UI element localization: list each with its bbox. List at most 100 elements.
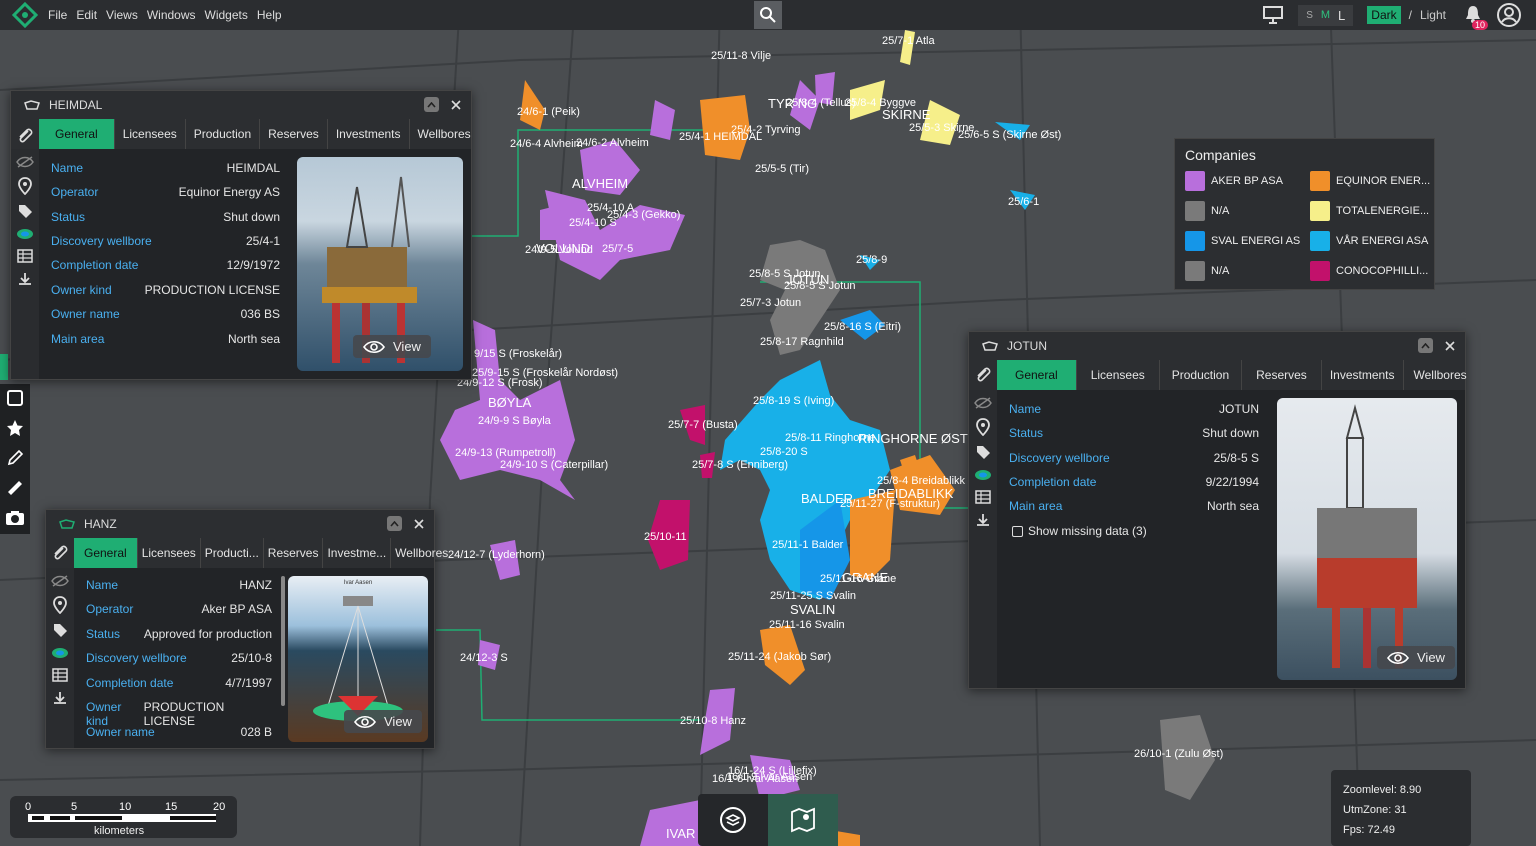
- company-legend-item[interactable]: N/A: [1185, 261, 1310, 281]
- tab-production[interactable]: Production: [1160, 360, 1243, 390]
- location-pin-icon[interactable]: [17, 177, 33, 195]
- theme-dark-option[interactable]: Dark: [1367, 6, 1401, 24]
- map-field-label[interactable]: 24/6-1 (Peik): [517, 106, 580, 118]
- map-field-label[interactable]: 25/11-27 (F-struktur): [840, 498, 940, 510]
- left-panel-tab[interactable]: [0, 354, 8, 380]
- table-icon[interactable]: [52, 668, 68, 682]
- tab-reserves[interactable]: Reserves: [264, 538, 324, 568]
- menu-help[interactable]: Help: [257, 8, 282, 22]
- map-field-label[interactable]: RINGHORNE ØST: [858, 431, 968, 446]
- show-missing-data-toggle[interactable]: Show missing data (3): [1012, 524, 1147, 538]
- view-photo-button[interactable]: View: [1377, 646, 1455, 669]
- menu-edit[interactable]: Edit: [76, 8, 97, 22]
- size-s-option[interactable]: S: [1306, 10, 1313, 21]
- company-legend-item[interactable]: VÅR ENERGI ASA: [1310, 231, 1435, 251]
- tab-wellbores[interactable]: Wellbores: [410, 119, 479, 149]
- map-field-label[interactable]: 25/11-25 S Svalin: [770, 590, 856, 602]
- map-field-label[interactable]: 25/7-5: [602, 243, 633, 255]
- map-field-label[interactable]: 25/8-16 S (Eitri): [824, 321, 901, 333]
- company-legend-item[interactable]: CONOCOPHILLI...: [1310, 261, 1435, 281]
- tab-investments[interactable]: Investments: [1322, 360, 1404, 390]
- select-rectangle-icon[interactable]: [5, 388, 25, 408]
- map-field-label[interactable]: 25/11-16 Svalin: [769, 619, 845, 631]
- company-legend-item[interactable]: N/A: [1185, 201, 1310, 221]
- map-field-label[interactable]: 24/12-7 (Lyderhorn): [448, 549, 545, 561]
- map-field-label[interactable]: 25/8-20 S: [760, 446, 808, 458]
- map-field-label[interactable]: 25/8-17 Ragnhild: [760, 336, 844, 348]
- map-field-label[interactable]: BØYLA: [488, 395, 532, 410]
- view-photo-button[interactable]: View: [344, 710, 422, 733]
- location-pin-icon[interactable]: [52, 596, 68, 614]
- view-photo-button[interactable]: View: [353, 335, 431, 358]
- tab-investments[interactable]: Investments: [328, 119, 410, 149]
- map-field-label[interactable]: 26/10-1 (Zulu Øst): [1134, 748, 1223, 760]
- table-icon[interactable]: [17, 249, 33, 263]
- map-field-label[interactable]: 25/10-8 Hanz: [680, 715, 746, 727]
- menu-views[interactable]: Views: [106, 8, 138, 22]
- company-color-icon[interactable]: [974, 468, 992, 482]
- company-color-icon[interactable]: [16, 227, 34, 241]
- tab-wellbores[interactable]: Wellbores: [1404, 360, 1477, 390]
- map-field-label[interactable]: 24/9-10 S (Caterpillar): [500, 459, 608, 471]
- layers-button[interactable]: [698, 794, 768, 846]
- map-field-label[interactable]: 25/4-2 Tyrving: [731, 124, 801, 136]
- table-icon[interactable]: [975, 490, 991, 504]
- size-l-option[interactable]: L: [1338, 8, 1345, 23]
- map-field-label[interactable]: 25/11-1 Balder: [772, 539, 844, 551]
- map-field-label[interactable]: 25/8-9: [856, 254, 887, 266]
- user-account-icon[interactable]: [1496, 2, 1522, 28]
- presentation-icon[interactable]: [1262, 5, 1284, 25]
- search-button[interactable]: [754, 1, 782, 29]
- menu-widgets[interactable]: Widgets: [205, 8, 248, 22]
- tab-licensees[interactable]: Licensees: [138, 538, 201, 568]
- tab-general[interactable]: General: [39, 119, 115, 149]
- map-field-label[interactable]: ALVHEIM: [572, 176, 628, 191]
- map-field-label[interactable]: 25/4-10 S: [569, 217, 617, 229]
- menu-windows[interactable]: Windows: [147, 8, 196, 22]
- map-field-label[interactable]: 24/12-3 S: [460, 652, 508, 664]
- tab-licensees[interactable]: Licensees: [115, 119, 186, 149]
- map-field-label[interactable]: 24/6-4 Alvheim: [510, 138, 583, 150]
- map-field-label[interactable]: 25/6-1: [1008, 196, 1039, 208]
- theme-light-option[interactable]: Light: [1420, 8, 1446, 22]
- download-icon[interactable]: [17, 271, 33, 287]
- map-field-label[interactable]: SKIRNE: [882, 107, 931, 122]
- download-icon[interactable]: [975, 512, 991, 528]
- scrollbar[interactable]: [281, 576, 285, 706]
- camera-icon[interactable]: [4, 508, 26, 528]
- collapse-button[interactable]: [424, 97, 439, 112]
- company-legend-item[interactable]: SVAL ENERGI AS: [1185, 231, 1310, 251]
- missing-data-checkbox[interactable]: [1012, 525, 1023, 537]
- app-logo-icon[interactable]: [12, 2, 38, 28]
- map-field-label[interactable]: 25/11-24 (Jakob Sør): [728, 651, 831, 663]
- panel-header[interactable]: HEIMDAL: [11, 91, 471, 119]
- collapse-button[interactable]: [387, 516, 402, 531]
- map-field-label[interactable]: 24/9-13 (Rumpetroll): [455, 447, 556, 459]
- map-field-label[interactable]: 25/7-7 (Busta): [668, 419, 738, 431]
- map-field-label[interactable]: 25/8-5 S Jotun: [784, 280, 856, 292]
- company-color-icon[interactable]: [51, 646, 69, 660]
- map-field-label[interactable]: 24/6-2 Alvheim: [576, 137, 649, 149]
- tab-wellbores[interactable]: Wellbores: [391, 538, 452, 568]
- company-legend-item[interactable]: TOTALENERGIE...: [1310, 201, 1435, 221]
- tab-general[interactable]: General: [74, 538, 138, 568]
- attachment-icon[interactable]: [974, 366, 992, 384]
- map-field-label[interactable]: 25/6-5 S (Skirne Øst): [958, 129, 1061, 141]
- tag-icon[interactable]: [975, 444, 991, 460]
- map-field-label[interactable]: 25/5-5 (Tir): [755, 163, 809, 175]
- map-field-label[interactable]: 9/15 S (Froskelår): [474, 348, 562, 360]
- map-mode-button[interactable]: [768, 794, 838, 846]
- star-icon[interactable]: [5, 418, 25, 438]
- location-pin-icon[interactable]: [975, 418, 991, 436]
- map-field-label[interactable]: 25/10-11: [644, 531, 687, 543]
- map-field-label[interactable]: 25/7-1 Atla: [882, 35, 935, 47]
- tab-reserves[interactable]: Reserves: [260, 119, 328, 149]
- tag-icon[interactable]: [52, 622, 68, 638]
- close-icon[interactable]: [451, 99, 461, 110]
- company-legend-item[interactable]: EQUINOR ENER...: [1310, 171, 1435, 191]
- hide-eye-icon[interactable]: [16, 155, 34, 169]
- map-field-label[interactable]: 24/9-9 S Bøyla: [478, 415, 552, 427]
- map-field-label[interactable]: 24/9-5 Volund: [525, 244, 593, 256]
- collapse-button[interactable]: [1418, 338, 1433, 353]
- attachment-icon[interactable]: [51, 544, 69, 562]
